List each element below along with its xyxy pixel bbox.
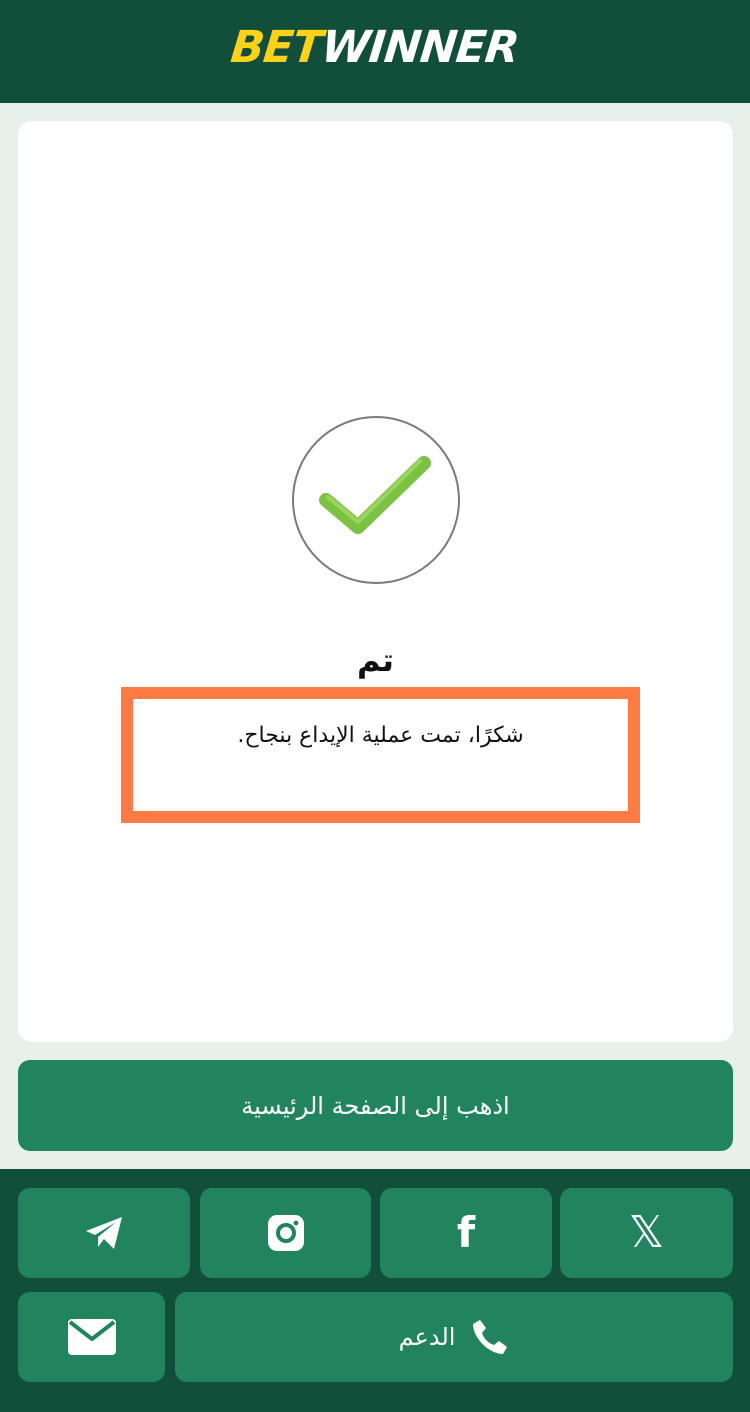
check-icon	[319, 456, 431, 534]
success-card: تم شكرًا، تمت عملية الإيداع بنجاح.	[18, 121, 733, 1042]
footer: f 𝕏 الدعم	[0, 1169, 750, 1412]
x-icon: 𝕏	[628, 1207, 665, 1258]
betwinner-logo[interactable]: BET WINNER	[229, 22, 521, 73]
phone-icon	[473, 1320, 508, 1354]
logo-winner: WINNER	[319, 22, 522, 73]
success-indicator	[292, 416, 460, 584]
instagram-button[interactable]	[200, 1188, 371, 1278]
x-button[interactable]: 𝕏	[560, 1188, 733, 1278]
app-header: BET WINNER	[0, 0, 750, 103]
telegram-icon	[86, 1217, 122, 1249]
support-button[interactable]: الدعم	[175, 1292, 733, 1382]
go-home-button[interactable]: اذهب إلى الصفحة الرئيسية	[18, 1060, 733, 1151]
message-highlight-box: شكرًا، تمت عملية الإيداع بنجاح.	[121, 687, 640, 823]
facebook-icon: f	[456, 1208, 476, 1257]
mail-icon	[67, 1319, 116, 1355]
support-label: الدعم	[398, 1323, 456, 1351]
telegram-button[interactable]	[18, 1188, 190, 1278]
status-title: تم	[356, 641, 395, 679]
instagram-icon	[267, 1215, 304, 1251]
logo-bet: BET	[228, 22, 325, 73]
facebook-button[interactable]: f	[380, 1188, 552, 1278]
status-message: شكرًا، تمت عملية الإيداع بنجاح.	[237, 723, 524, 748]
email-button[interactable]	[18, 1292, 165, 1382]
